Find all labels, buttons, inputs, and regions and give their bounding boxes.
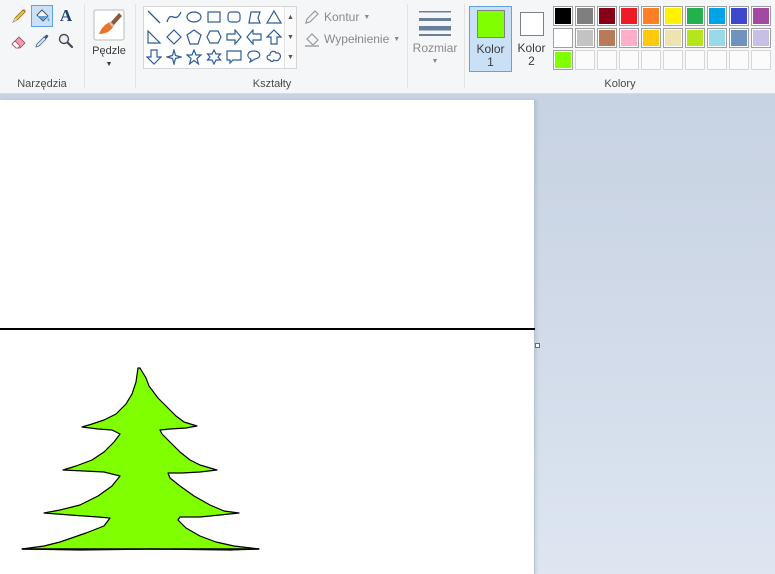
size-button[interactable]: Rozmiar ▼: [411, 6, 459, 70]
size-label: Rozmiar: [412, 41, 458, 55]
workspace: [0, 94, 775, 574]
christmas-tree: [21, 367, 260, 551]
separator: [407, 4, 408, 88]
line-width-icon: [419, 11, 451, 36]
eraser-tool[interactable]: [8, 30, 30, 52]
magnifier-tool[interactable]: [55, 30, 77, 52]
fill-tool[interactable]: [31, 5, 53, 27]
color-picker-tool[interactable]: [31, 30, 53, 52]
canvas-drawing: [0, 328, 535, 551]
shapes-group-label: Kształty: [252, 78, 292, 90]
brush-icon: [93, 9, 125, 41]
text-tool[interactable]: A: [55, 5, 77, 27]
paint-bucket-icon: [36, 9, 50, 22]
text-icon: A: [59, 6, 73, 25]
eyedropper-icon: [35, 34, 49, 48]
colors-group-label: Kolory: [604, 78, 636, 90]
canvas-resize-handle[interactable]: [535, 343, 540, 348]
shapes-group: Kształty: [136, 0, 408, 93]
magnifier-icon: [58, 33, 74, 49]
brushes-label: Pędzle: [92, 45, 126, 57]
colors-group: Kolory: [465, 0, 775, 93]
tools-group-label: Narzędzia: [17, 78, 67, 90]
brushes-button[interactable]: Pędzle ▼: [88, 6, 130, 70]
drawing-canvas[interactable]: [0, 100, 535, 574]
ribbon: A Narzędzia Pędzle ▼ ▲ ▼ ▼ Kontur ▼ Wype…: [0, 0, 775, 94]
eraser-icon: [11, 36, 26, 49]
pencil-icon: [12, 9, 26, 23]
chevron-down-icon: ▼: [431, 58, 439, 65]
tools-group: A Narzędzia: [0, 0, 84, 93]
separator: [84, 4, 85, 88]
chevron-down-icon: ▼: [105, 61, 113, 68]
pencil-tool[interactable]: [8, 5, 30, 27]
